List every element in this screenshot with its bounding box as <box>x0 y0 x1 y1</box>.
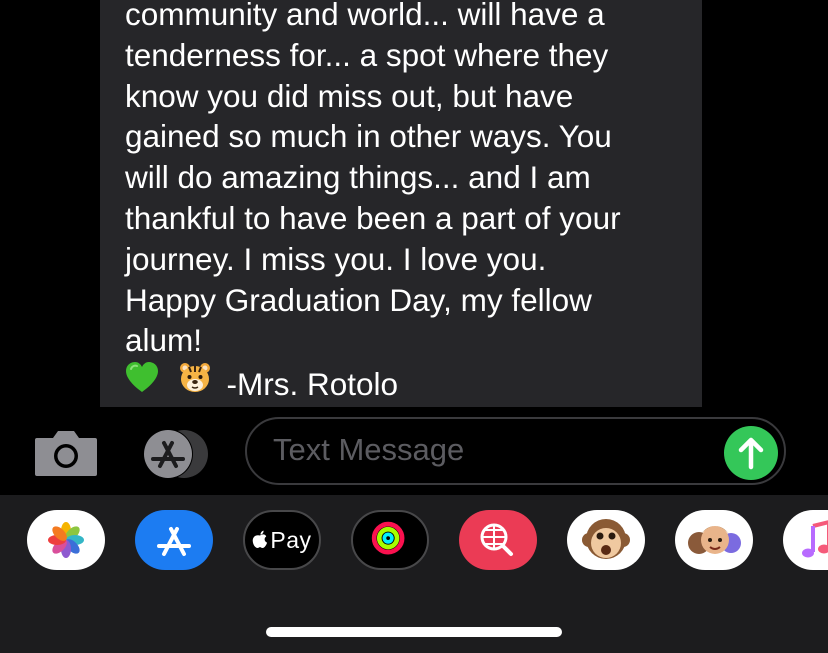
camera-icon[interactable] <box>33 428 99 478</box>
tiger-face-icon <box>179 363 210 393</box>
activity-rings-icon <box>371 521 405 555</box>
send-button[interactable] <box>724 426 778 480</box>
message-line: community and world... will have a <box>125 0 605 32</box>
message-line: alum! <box>125 322 203 359</box>
message-signature-line: -Mrs. Rotolo <box>125 361 705 405</box>
arrow-up-icon <box>738 437 764 470</box>
apple-pay-label: Pay <box>270 526 312 553</box>
message-line: will do amazing things... and I am <box>125 159 591 196</box>
animoji-app-button[interactable] <box>567 510 645 570</box>
app-store-icon <box>157 527 191 556</box>
app-store-apps-button[interactable] <box>138 428 214 480</box>
music-note-icon <box>802 520 828 558</box>
monkey-icon <box>582 519 630 559</box>
memoji-icon <box>688 526 741 554</box>
text-field-placeholder: Text Message <box>273 432 465 467</box>
globe-search-icon <box>480 523 513 556</box>
image-search-app-button[interactable] <box>459 510 537 570</box>
message-line: Happy Graduation Day, my fellow <box>125 281 592 318</box>
home-indicator[interactable] <box>266 627 562 637</box>
photos-icon <box>48 522 84 558</box>
green-heart-icon <box>126 362 158 393</box>
message-line: know you did miss out, but have <box>125 77 574 114</box>
message-line: journey. I miss you. I love you. <box>125 240 547 277</box>
signature-text: -Mrs. Rotolo <box>226 366 399 403</box>
memoji-app-button[interactable] <box>675 510 753 570</box>
apple-logo-icon <box>253 530 268 548</box>
message-line: tenderness for... a spot where they <box>125 36 609 73</box>
app-store-app-button[interactable] <box>135 510 213 570</box>
music-app-button[interactable] <box>783 510 828 570</box>
message-text: community and world... will have a tende… <box>125 0 705 405</box>
activity-app-button[interactable] <box>351 510 429 570</box>
apple-pay-app-button[interactable]: Pay <box>243 510 321 570</box>
message-line: thankful to have been a part of your <box>125 199 621 236</box>
photos-app-button[interactable] <box>27 510 105 570</box>
message-line: gained so much in other ways. You <box>125 118 612 155</box>
